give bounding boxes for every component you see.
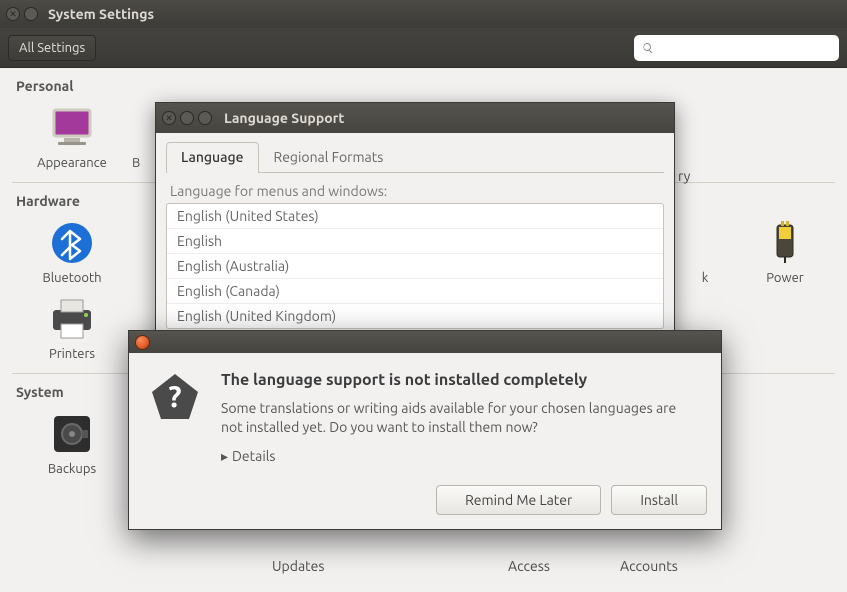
chevron-right-icon: ▸: [221, 448, 228, 465]
list-item[interactable]: English (United States): [167, 204, 663, 229]
window-title: System Settings: [48, 6, 154, 22]
settings-item-printers[interactable]: Printers: [12, 295, 132, 361]
settings-item-truncated[interactable]: k: [675, 219, 735, 285]
settings-item-backups[interactable]: Backups: [12, 410, 132, 476]
settings-item-bluetooth[interactable]: Bluetooth: [12, 219, 132, 285]
maximize-icon[interactable]: [198, 111, 212, 125]
close-icon[interactable]: ✕: [162, 111, 176, 125]
truncated-label: ry: [678, 168, 690, 184]
language-list-label: Language for menus and windows:: [170, 183, 664, 199]
settings-item-label: Power: [766, 271, 803, 285]
list-item[interactable]: English (Canada): [167, 279, 663, 304]
close-icon[interactable]: ✕: [6, 7, 20, 21]
question-icon: ?: [149, 371, 201, 423]
appearance-icon: [48, 104, 96, 152]
alert-dialog: ? The language support is not installed …: [128, 330, 722, 530]
search-box[interactable]: [634, 35, 839, 61]
settings-item-label: Appearance: [37, 156, 107, 170]
minimize-icon[interactable]: [180, 111, 194, 125]
bluetooth-icon: [48, 219, 96, 267]
window-controls: ✕: [6, 7, 38, 21]
alert-heading: The language support is not installed co…: [221, 371, 701, 389]
alert-footer: Remind Me Later Install: [129, 479, 721, 529]
alert-titlebar: [129, 331, 721, 353]
generic-icon: [681, 219, 729, 267]
section-personal-label: Personal: [16, 78, 831, 94]
search-icon: [642, 41, 654, 55]
install-button[interactable]: Install: [611, 485, 707, 515]
close-icon[interactable]: [135, 335, 150, 350]
settings-item-label: Backups: [48, 462, 96, 476]
alert-text: The language support is not installed co…: [221, 371, 701, 465]
settings-item-appearance[interactable]: Appearance: [12, 104, 132, 170]
list-item[interactable]: English (Australia): [167, 254, 663, 279]
printer-icon: [48, 295, 96, 343]
main-titlebar: ✕ System Settings: [0, 0, 847, 28]
list-item[interactable]: English (United Kingdom): [167, 304, 663, 328]
truncated-label: Accounts: [620, 558, 678, 574]
settings-item-label: k: [702, 271, 709, 285]
minimize-icon[interactable]: [24, 7, 38, 21]
dialog-title: Language Support: [224, 110, 344, 126]
tab-language[interactable]: Language: [166, 142, 259, 173]
alert-body: ? The language support is not installed …: [129, 353, 721, 479]
window-controls: ✕: [162, 111, 212, 125]
safe-icon: [48, 410, 96, 458]
search-input[interactable]: [660, 41, 831, 55]
details-expander[interactable]: ▸ Details: [221, 448, 275, 465]
truncated-label: Access: [508, 558, 550, 574]
settings-item-power[interactable]: Power: [735, 219, 835, 285]
settings-item-label: B: [132, 156, 140, 170]
alert-message: Some translations or writing aids availa…: [221, 399, 701, 437]
toolbar: All Settings: [0, 28, 847, 68]
svg-text:?: ?: [168, 379, 181, 413]
dialog-titlebar: ✕ Language Support: [156, 103, 674, 133]
tab-regional-formats[interactable]: Regional Formats: [259, 142, 399, 173]
truncated-label: Updates: [272, 558, 324, 574]
power-icon: [761, 219, 809, 267]
remind-later-button[interactable]: Remind Me Later: [436, 485, 601, 515]
all-settings-button[interactable]: All Settings: [8, 35, 96, 61]
details-label: Details: [232, 448, 275, 464]
list-item[interactable]: English: [167, 229, 663, 254]
language-list[interactable]: English (United States) English English …: [166, 203, 664, 329]
tabs: Language Regional Formats: [166, 141, 664, 173]
settings-item-label: Bluetooth: [42, 271, 101, 285]
settings-item-label: Printers: [49, 347, 95, 361]
